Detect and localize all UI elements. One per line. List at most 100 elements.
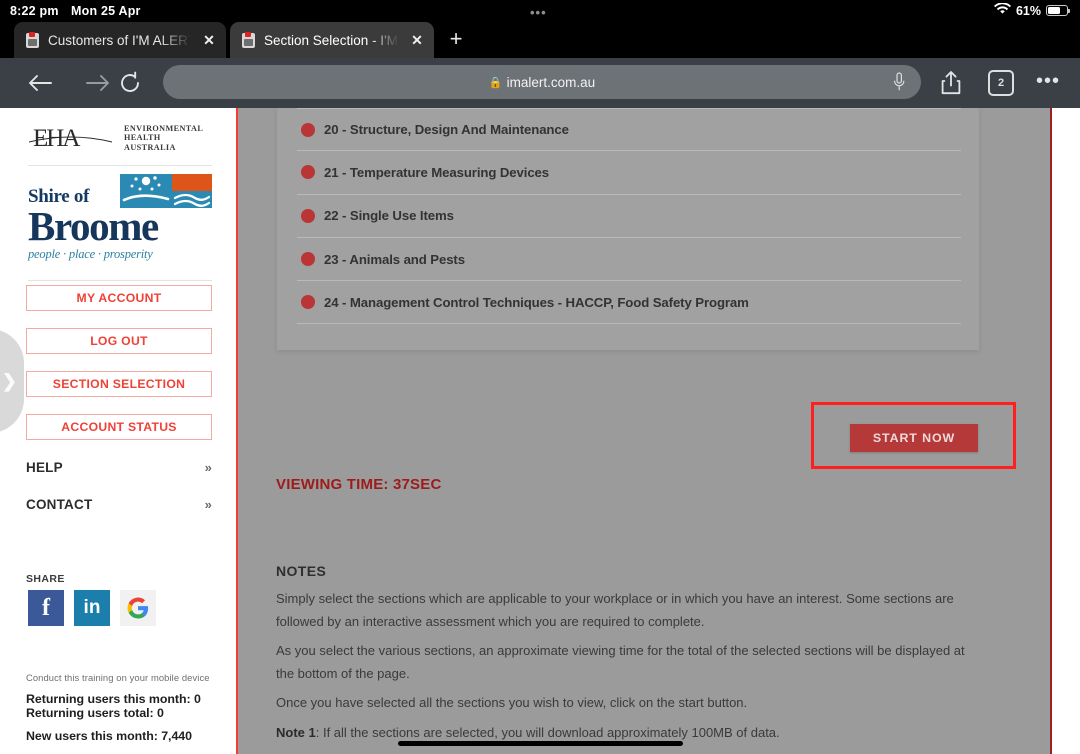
share-icon-row: f in xyxy=(28,590,156,626)
web-page-viewport: EHA ENVIRONMENTAL HEALTH AUSTRALIA Shire… xyxy=(0,108,1080,754)
sidebar-pull-handle[interactable]: ❯ xyxy=(0,329,24,433)
returning-users-month-value: 0 xyxy=(193,692,201,706)
status-date: Mon 25 Apr xyxy=(71,4,141,18)
linkedin-icon[interactable]: in xyxy=(74,590,110,626)
tablet-screen: 8:22 pm Mon 25 Apr ••• 61% Customers of … xyxy=(0,0,1080,754)
content-right-rail xyxy=(1050,108,1052,754)
sidebar-button-section-selection[interactable]: SECTION SELECTION xyxy=(26,371,212,397)
notes-heading: NOTES xyxy=(276,563,327,579)
new-users-month: New users this month: 7,440 xyxy=(26,729,226,743)
sidebar-button-my-account[interactable]: MY ACCOUNT xyxy=(26,285,212,311)
shire-of-broome-logo: Shire of Broome people · place · prosper… xyxy=(28,172,212,277)
section-list-item[interactable]: 22 - Single Use Items xyxy=(297,195,961,238)
returning-users-month-label: Returning users this month: xyxy=(26,692,194,706)
eha-mark-icon: EHA xyxy=(28,122,114,154)
mobile-device-note: Conduct this training on your mobile dev… xyxy=(26,672,210,683)
section-list-item-label: 24 - Management Control Techniques - HAC… xyxy=(324,294,749,310)
broome-tagline: people · place · prosperity xyxy=(28,247,153,261)
sidebar-button-account-status[interactable]: ACCOUNT STATUS xyxy=(26,414,212,440)
browser-tab-1-close-icon[interactable]: ✕ xyxy=(200,32,218,49)
battery-icon xyxy=(1046,5,1071,16)
share-label: SHARE xyxy=(26,573,65,585)
more-options-icon[interactable]: ••• xyxy=(1036,70,1060,92)
notes-body: Simply select the sections which are app… xyxy=(276,588,981,754)
section-list-item-label: 21 - Temperature Measuring Devices xyxy=(324,164,550,180)
lock-icon: 🔒 xyxy=(488,76,503,89)
notes-paragraph-3: Once you have selected all the sections … xyxy=(276,695,748,710)
notes-paragraph-2: As you select the various sections, an a… xyxy=(276,643,965,681)
main-content: 20 - Structure, Design And Maintenance 2… xyxy=(238,108,1050,754)
note-1-label: Note 1 xyxy=(276,724,316,740)
browser-toolbar: 🔒 imalert.com.au 2 ••• xyxy=(0,58,1080,108)
address-bar-url: imalert.com.au xyxy=(506,74,596,90)
section-list-item[interactable]: 23 - Animals and Pests xyxy=(297,238,961,282)
browser-tab-1-title: Customers of I'M ALERT xyxy=(48,32,191,48)
svg-text:EHA: EHA xyxy=(33,125,80,152)
address-bar[interactable]: 🔒 imalert.com.au xyxy=(163,65,921,99)
site-sidebar: EHA ENVIRONMENTAL HEALTH AUSTRALIA Shire… xyxy=(0,108,237,754)
eha-logo-text: ENVIRONMENTAL HEALTH AUSTRALIA xyxy=(124,124,203,153)
back-arrow-icon[interactable] xyxy=(26,69,54,97)
section-list-card: 20 - Structure, Design And Maintenance 2… xyxy=(277,108,979,350)
section-list-item-label: 20 - Structure, Design And Maintenance xyxy=(324,122,569,138)
section-list-item-label: 22 - Single Use Items xyxy=(324,208,454,224)
facebook-icon[interactable]: f xyxy=(28,590,64,626)
eha-line-2: HEALTH xyxy=(124,133,161,143)
sidebar-divider-top xyxy=(28,165,212,166)
browser-tab-strip: Customers of I'M ALERT ✕ Section Selecti… xyxy=(0,22,1080,58)
eha-line-3: AUSTRALIA xyxy=(124,142,176,152)
section-status-dot-icon xyxy=(301,122,315,137)
eha-logo: EHA ENVIRONMENTAL HEALTH AUSTRALIA xyxy=(28,119,212,157)
status-center-dots: ••• xyxy=(530,5,547,20)
browser-tab-2-close-icon[interactable]: ✕ xyxy=(408,32,426,49)
status-bar: 8:22 pm Mon 25 Apr ••• 61% xyxy=(0,0,1080,22)
section-list-item-label: 23 - Animals and Pests xyxy=(324,251,465,267)
section-status-dot-icon xyxy=(301,165,315,180)
sidebar-link-contact[interactable]: CONTACT » xyxy=(26,493,212,515)
section-status-dot-icon xyxy=(301,295,315,310)
note-1-text: : If all the sections are selected, you … xyxy=(315,724,780,740)
forward-arrow-icon[interactable] xyxy=(84,69,112,97)
returning-users-total-value: 0 xyxy=(157,706,164,720)
browser-tab-2[interactable]: Section Selection - I'M AL ✕ xyxy=(230,22,434,58)
reload-icon[interactable] xyxy=(116,69,144,97)
new-tab-button[interactable]: + xyxy=(444,28,468,52)
tab-favicon-icon xyxy=(26,31,39,48)
broome-name: Broome xyxy=(28,203,159,249)
sidebar-divider-bottom xyxy=(28,280,212,281)
home-indicator[interactable] xyxy=(398,741,683,746)
tab-count-button[interactable]: 2 xyxy=(988,70,1014,96)
section-list-item[interactable]: 21 - Temperature Measuring Devices xyxy=(297,151,961,195)
wifi-icon xyxy=(993,2,1011,18)
sidebar-stats: Conduct this training on your mobile dev… xyxy=(26,672,226,743)
chevron-right-icon: » xyxy=(204,459,212,475)
section-list: 20 - Structure, Design And Maintenance 2… xyxy=(297,108,961,325)
broome-logo-text: Shire of Broome people · place · prosper… xyxy=(28,186,159,262)
microphone-icon[interactable] xyxy=(893,72,905,92)
status-time: 8:22 pm xyxy=(10,4,59,18)
notes-paragraph-1: Simply select the sections which are app… xyxy=(276,591,954,629)
eha-line-1: ENVIRONMENTAL xyxy=(124,123,204,133)
new-users-month-label: New users this month: xyxy=(26,729,162,743)
chevron-right-icon: » xyxy=(204,496,212,512)
section-status-dot-icon xyxy=(301,252,315,267)
section-list-item[interactable]: 24 - Management Control Techniques - HAC… xyxy=(297,281,961,325)
new-users-month-value: 7,440 xyxy=(161,729,192,743)
sidebar-button-log-out[interactable]: LOG OUT xyxy=(26,328,212,354)
status-right-cluster: 61% xyxy=(993,2,1071,18)
sidebar-link-help[interactable]: HELP » xyxy=(26,456,212,478)
tab-favicon-icon xyxy=(242,31,255,48)
returning-users-total-label: Returning users total: xyxy=(26,706,158,720)
returning-users-total: Returning users total: 0 xyxy=(26,706,226,720)
section-list-item[interactable]: 20 - Structure, Design And Maintenance xyxy=(297,108,961,152)
battery-percent: 61% xyxy=(1015,3,1041,18)
start-now-button[interactable]: START NOW xyxy=(850,424,978,452)
sidebar-link-help-label: HELP xyxy=(26,459,63,475)
viewing-time-label: VIEWING TIME: 37SEC xyxy=(276,476,442,493)
returning-users-month: Returning users this month: 0 xyxy=(26,692,226,706)
section-status-dot-icon xyxy=(301,208,315,223)
browser-tab-2-title: Section Selection - I'M AL xyxy=(264,32,399,48)
google-icon[interactable] xyxy=(120,590,156,626)
share-icon[interactable] xyxy=(938,69,964,97)
browser-tab-1[interactable]: Customers of I'M ALERT ✕ xyxy=(14,22,226,58)
